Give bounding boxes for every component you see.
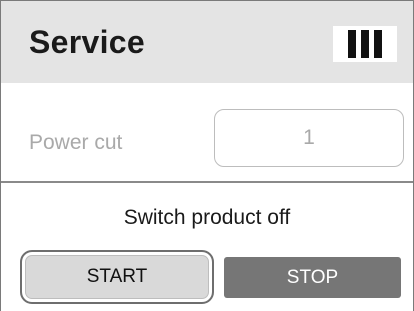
start-button[interactable]: START <box>20 250 214 304</box>
page-title: Service <box>29 24 145 60</box>
power-cut-label: Power cut <box>29 131 123 154</box>
header-bar: Service <box>1 1 413 83</box>
switch-product-off-label: Switch product off <box>123 206 291 229</box>
signal-bars-icon <box>333 26 397 62</box>
power-cut-row: Power cut 1 <box>1 83 413 183</box>
signal-bar <box>374 30 382 58</box>
signal-bar <box>361 30 369 58</box>
signal-bar <box>348 30 356 58</box>
service-panel: Service Power cut 1 Switch product off S… <box>0 0 414 311</box>
stop-button[interactable]: STOP <box>224 257 401 298</box>
power-cut-field[interactable]: 1 <box>214 109 404 167</box>
